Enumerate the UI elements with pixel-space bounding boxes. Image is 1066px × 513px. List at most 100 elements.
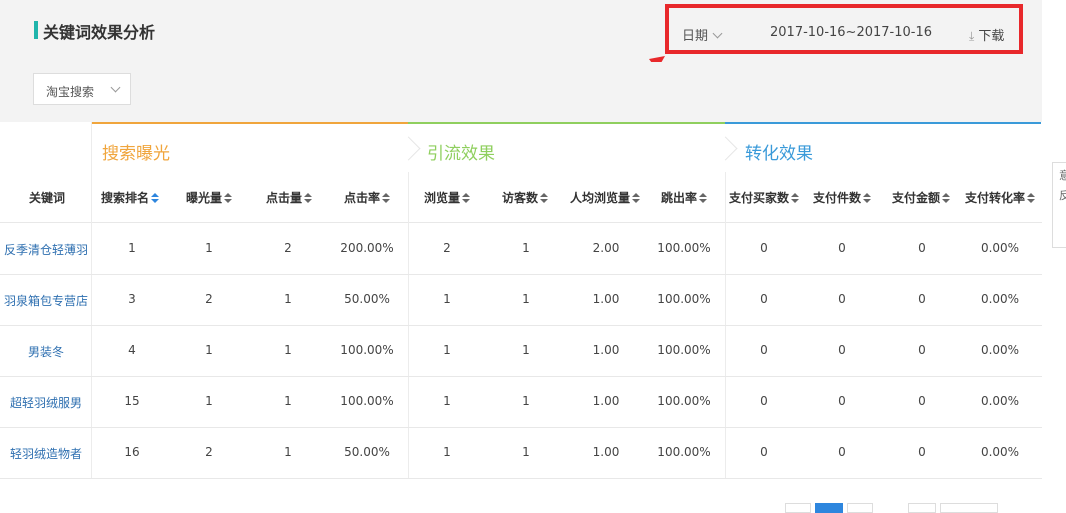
sort-icon	[382, 193, 391, 203]
col-header-visitors[interactable]: 访客数	[502, 189, 549, 206]
keyword-link[interactable]: 轻羽绒造物者	[10, 445, 82, 462]
pagination-page-active[interactable]	[815, 503, 843, 513]
table-row: 男装冬 4 1 1 100.00% 1 1 1.00 100.00% 0 0 0 0.00%	[0, 325, 1042, 377]
highlight-box	[665, 4, 1023, 54]
table-cell: 3	[128, 292, 136, 306]
source-select-value: 淘宝搜索	[46, 85, 95, 99]
table-cell: 4	[128, 343, 136, 357]
table-cell: 1	[443, 343, 451, 357]
group-title-traffic: 引流效果	[427, 144, 495, 164]
table-cell: 100.00%	[657, 292, 711, 306]
table-row: 超轻羽绒服男 15 1 1 100.00% 1 1 1.00 100.00% 0 0 0 0.00%	[0, 376, 1042, 428]
sort-icon	[1027, 193, 1036, 203]
table-cell: 1	[205, 241, 213, 255]
table-cell: 1	[284, 394, 292, 408]
table-cell: 0	[760, 343, 768, 357]
pagination-prev[interactable]	[785, 503, 811, 513]
keyword-link[interactable]: 超轻羽绒服男	[10, 394, 82, 411]
table-cell: 0	[760, 241, 768, 255]
col-label: 支付转化率	[965, 191, 1026, 205]
feedback-widget[interactable]: 意 反	[1052, 162, 1066, 248]
table-cell: 16	[124, 445, 140, 459]
table-cell: 0.00%	[980, 241, 1020, 255]
table-cell: 2	[443, 241, 451, 255]
table-cell: 1	[284, 292, 292, 306]
col-label: 点击量	[266, 191, 303, 205]
group-title-exposure: 搜索曝光	[102, 144, 170, 164]
col-header-search-rank[interactable]: 搜索排名	[101, 189, 160, 206]
table-cell: 0	[918, 343, 926, 357]
col-header-avg-pageviews[interactable]: 人均浏览量	[570, 189, 641, 206]
table-cell: 1	[443, 394, 451, 408]
table-cell: 1	[522, 241, 530, 255]
col-label: 支付金额	[892, 191, 941, 205]
table-cell: 100.00%	[340, 394, 394, 408]
col-header-clicks[interactable]: 点击量	[266, 189, 313, 206]
table-cell: 1	[443, 445, 451, 459]
sort-icon	[462, 193, 471, 203]
table-cell: 1	[205, 394, 213, 408]
filter-bar	[0, 62, 1042, 122]
col-label: 曝光量	[186, 191, 223, 205]
table-cell: 1	[284, 445, 292, 459]
table-cell: 0	[838, 445, 846, 459]
sort-icon	[632, 193, 641, 203]
col-header-pageviews[interactable]: 浏览量	[424, 189, 471, 206]
col-header-paid-items[interactable]: 支付件数	[813, 189, 872, 206]
keyword-link[interactable]: 男装冬	[28, 343, 64, 360]
page-title: 关键词效果分析	[43, 23, 156, 42]
col-header-bounce-rate[interactable]: 跳出率	[661, 189, 708, 206]
group-title-conversion: 转化效果	[745, 144, 813, 164]
title-accent	[34, 21, 38, 39]
source-select[interactable]: 淘宝搜索	[33, 73, 131, 105]
table-cell: 100.00%	[657, 343, 711, 357]
col-label: 跳出率	[661, 191, 698, 205]
pagination-jump[interactable]	[940, 503, 998, 513]
table-cell: 0	[760, 292, 768, 306]
col-label: 人均浏览量	[570, 191, 631, 205]
table-cell: 15	[124, 394, 140, 408]
table-cell: 100.00%	[657, 445, 711, 459]
feedback-text: 反	[1059, 189, 1066, 202]
pagination-next[interactable]	[908, 503, 936, 513]
table-cell: 0.00%	[980, 445, 1020, 459]
col-label: 支付买家数	[729, 191, 790, 205]
keyword-link[interactable]: 反季清仓轻薄羽	[4, 241, 88, 258]
sort-icon	[224, 193, 233, 203]
col-header-conversion-rate[interactable]: 支付转化率	[965, 189, 1036, 206]
table-cell: 0	[918, 292, 926, 306]
table-header: 关键词 搜索排名 曝光量 点击量 点击率 浏览量 访客数 人均浏览量 跳出率 支…	[0, 172, 1042, 223]
col-header-paid-amount[interactable]: 支付金额	[892, 189, 951, 206]
col-header-ctr[interactable]: 点击率	[344, 189, 391, 206]
sort-icon	[942, 193, 951, 203]
table-cell: 50.00%	[344, 445, 390, 459]
table-cell: 0	[838, 394, 846, 408]
table-cell: 1.00	[592, 394, 620, 408]
table-cell: 100.00%	[657, 394, 711, 408]
col-label: 浏览量	[424, 191, 461, 205]
table-row: 反季清仓轻薄羽 1 1 2 200.00% 2 1 2.00 100.00% 0 0 0 0.00%	[0, 223, 1042, 275]
table-cell: 1	[522, 394, 530, 408]
table-cell: 2	[284, 241, 292, 255]
table-cell: 0	[918, 445, 926, 459]
keyword-link[interactable]: 羽泉箱包专营店	[4, 292, 88, 309]
table-cell: 1.00	[592, 445, 620, 459]
table-cell: 0.00%	[980, 394, 1020, 408]
table-cell: 1.00	[592, 292, 620, 306]
col-label: 访客数	[502, 191, 539, 205]
table-cell: 1.00	[592, 343, 620, 357]
col-header-paying-buyers[interactable]: 支付买家数	[729, 189, 800, 206]
group-line-conversion	[725, 122, 1041, 124]
table-cell: 0	[918, 241, 926, 255]
table-cell: 0	[760, 394, 768, 408]
table-cell: 1	[128, 241, 136, 255]
table-cell: 100.00%	[657, 241, 711, 255]
table-cell: 0.00%	[980, 292, 1020, 306]
col-label: 支付件数	[813, 191, 862, 205]
table-cell: 1	[205, 343, 213, 357]
table-row: 轻羽绒造物者 16 2 1 50.00% 1 1 1.00 100.00% 0 0 0 0.00%	[0, 427, 1042, 479]
table-cell: 0	[760, 445, 768, 459]
sort-icon	[699, 193, 708, 203]
pagination-page[interactable]	[847, 503, 873, 513]
col-header-impressions[interactable]: 曝光量	[186, 189, 233, 206]
